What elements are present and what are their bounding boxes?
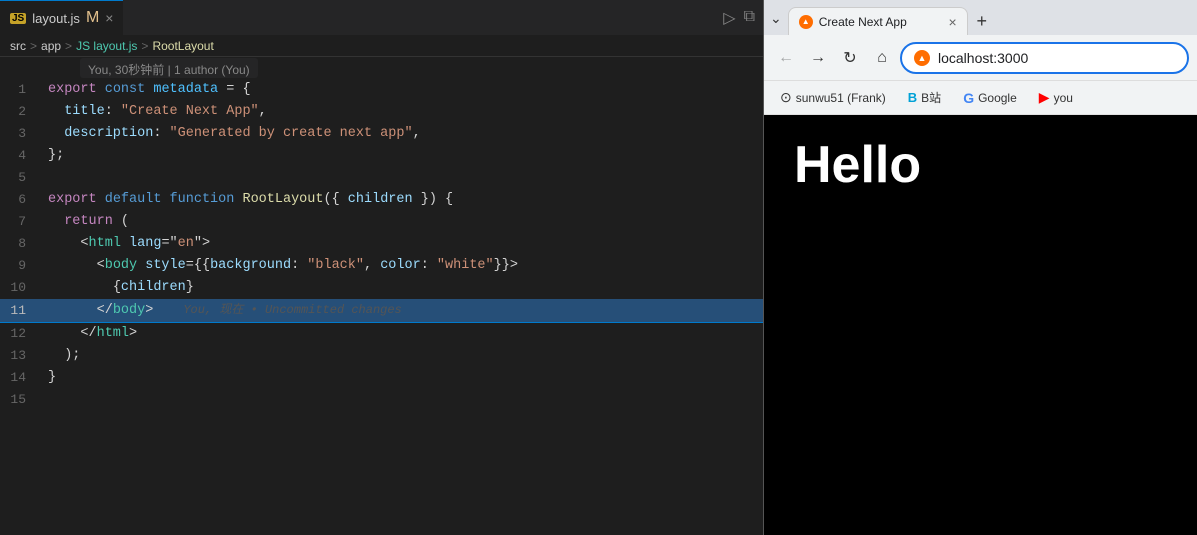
browser-content: Hello xyxy=(764,115,1197,535)
youtube-icon: ▶ xyxy=(1039,89,1050,106)
bookmark-youtube-label: you xyxy=(1054,91,1073,105)
bookmark-youtube[interactable]: ▶ you xyxy=(1031,87,1081,108)
git-blame-tooltip: You, 30秒钟前 | 1 author (You) xyxy=(80,58,258,78)
breadcrumb-func: RootLayout xyxy=(152,39,213,53)
bilibili-icon: B xyxy=(908,90,917,105)
tab-filename: layout.js xyxy=(32,11,80,26)
code-line: 7 return ( xyxy=(0,211,763,233)
code-line: 8 <html lang="en"> xyxy=(0,233,763,255)
tab-close-button[interactable]: × xyxy=(105,10,113,26)
bookmark-google-label: Google xyxy=(978,91,1017,105)
browser-tab-close-button[interactable]: × xyxy=(949,14,957,30)
address-favicon: ▲ xyxy=(914,50,930,66)
bookmark-bilibili[interactable]: B B站 xyxy=(900,87,949,108)
browser-tab-strip: ⌄ ▲ Create Next App × + xyxy=(764,0,1197,35)
code-line: 2 title: "Create Next App", xyxy=(0,101,763,123)
forward-button[interactable]: → xyxy=(804,44,832,72)
code-line: 13 ); xyxy=(0,345,763,367)
blame-row: You, 30秒钟前 | 1 author (You) xyxy=(0,57,763,79)
tab-bar: JS layout.js M × ▷ ⧉ xyxy=(0,0,763,35)
code-line: 12 </html> xyxy=(0,323,763,345)
run-icon[interactable]: ▷ xyxy=(723,8,735,28)
code-line: 1 export const metadata = { xyxy=(0,79,763,101)
vscode-editor: JS layout.js M × ▷ ⧉ src > app > JS layo… xyxy=(0,0,763,535)
js-file-icon: JS xyxy=(10,13,26,24)
code-line: 4 }; xyxy=(0,145,763,167)
code-line: 15 xyxy=(0,389,763,411)
breadcrumb-sep3: > xyxy=(141,39,148,53)
split-icon[interactable]: ⧉ xyxy=(744,8,755,28)
git-blame-inline: You, 现在 • Uncommitted changes xyxy=(183,303,401,317)
breadcrumb-sep2: > xyxy=(65,39,72,53)
editor-tab-actions: ▷ ⧉ xyxy=(723,8,763,28)
tab-modified-dot: M xyxy=(86,10,99,26)
bookmark-github-label: sunwu51 (Frank) xyxy=(796,91,886,105)
breadcrumb-sep1: > xyxy=(30,39,37,53)
code-editor[interactable]: 1 export const metadata = { 2 title: "Cr… xyxy=(0,79,763,535)
code-line: 3 description: "Generated by create next… xyxy=(0,123,763,145)
reload-button[interactable]: ↻ xyxy=(836,44,864,72)
bookmark-google[interactable]: G Google xyxy=(955,88,1025,108)
browser-tab-chevron[interactable]: ⌄ xyxy=(770,10,782,27)
browser-new-tab-button[interactable]: + xyxy=(968,7,996,35)
breadcrumb-app: app xyxy=(41,39,61,53)
code-line: 5 xyxy=(0,167,763,189)
breadcrumb: src > app > JS layout.js > RootLayout xyxy=(0,35,763,57)
browser-panel: ⌄ ▲ Create Next App × + ← → ↻ ⌂ ▲ localh… xyxy=(763,0,1197,535)
back-button[interactable]: ← xyxy=(772,44,800,72)
browser-tab-favicon: ▲ xyxy=(799,15,813,29)
code-line: 10 {children} xyxy=(0,277,763,299)
address-bar[interactable]: ▲ localhost:3000 xyxy=(900,42,1189,74)
breadcrumb-src: src xyxy=(10,39,26,53)
active-tab[interactable]: JS layout.js M × xyxy=(0,0,123,35)
home-button[interactable]: ⌂ xyxy=(868,44,896,72)
google-icon: G xyxy=(963,90,974,106)
bookmark-github[interactable]: ⊙ sunwu51 (Frank) xyxy=(772,87,894,108)
github-icon: ⊙ xyxy=(780,89,792,106)
breadcrumb-js: JS layout.js xyxy=(76,39,137,53)
code-line: 9 <body style={{background: "black", col… xyxy=(0,255,763,277)
code-line: 14 } xyxy=(0,367,763,389)
code-line-highlighted: 11 </body>You, 现在 • Uncommitted changes xyxy=(0,299,763,323)
bookmarks-bar: ⊙ sunwu51 (Frank) B B站 G Google ▶ you xyxy=(764,81,1197,115)
browser-tab[interactable]: ▲ Create Next App × xyxy=(788,7,968,35)
address-text: localhost:3000 xyxy=(938,50,1175,66)
code-line: 6 export default function RootLayout({ c… xyxy=(0,189,763,211)
browser-tab-title: Create Next App xyxy=(819,15,943,29)
page-heading: Hello xyxy=(794,135,921,195)
bookmark-bilibili-label: B站 xyxy=(921,89,941,106)
browser-nav-bar: ← → ↻ ⌂ ▲ localhost:3000 xyxy=(764,35,1197,81)
code-lines: 1 export const metadata = { 2 title: "Cr… xyxy=(0,79,763,411)
